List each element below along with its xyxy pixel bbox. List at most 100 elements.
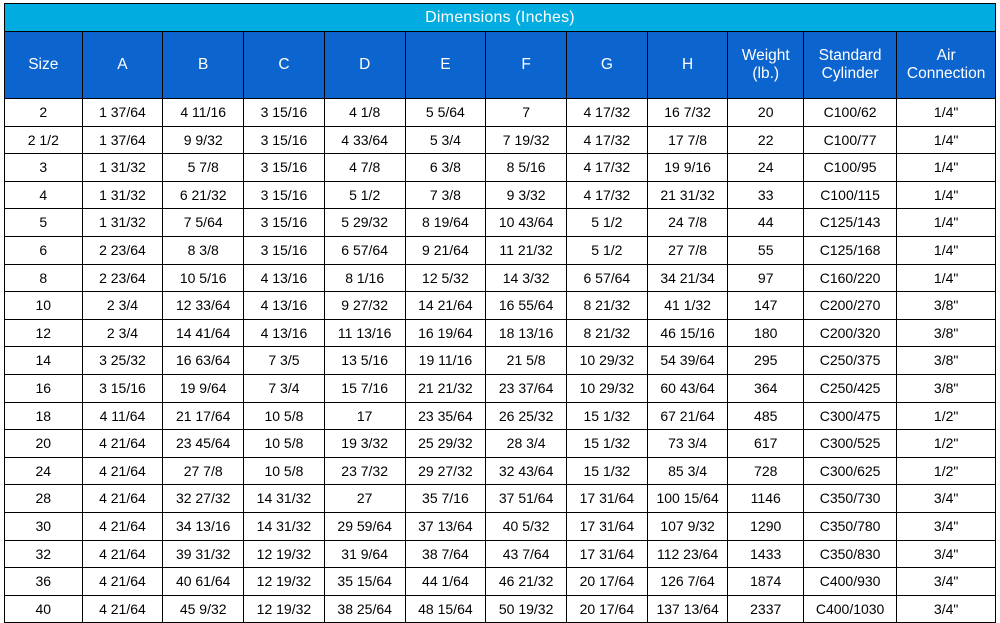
cell-f: 40 5/32 bbox=[485, 511, 567, 541]
cell-weight: 147 bbox=[727, 291, 804, 320]
cell-cyl: C100/62 bbox=[802, 98, 898, 127]
cell-g: 5 1/2 bbox=[566, 208, 648, 237]
cell-e: 23 35/64 bbox=[404, 401, 487, 431]
cell-weight: 33 bbox=[727, 180, 804, 210]
cell-g: 10 29/32 bbox=[566, 346, 648, 375]
cell-f: 7 bbox=[485, 98, 567, 127]
cell-c: 3 15/16 bbox=[243, 125, 325, 155]
table-body: 21 37/64 4 11/16 3 15/16 4 1/8 5 5/64 7 4 17/3… bbox=[4, 98, 996, 623]
cell-size: 14 bbox=[4, 346, 83, 375]
cell-b: 39 31/32 bbox=[162, 539, 245, 569]
cell-h: 112 23/64 bbox=[646, 539, 729, 569]
cell-e: 38 7/64 bbox=[404, 539, 487, 569]
cell-air: 1/4" bbox=[896, 98, 996, 127]
cell-d: 4 1/8 bbox=[323, 98, 406, 127]
cell-b: 4 11/16 bbox=[162, 98, 245, 127]
cell-h: 137 13/64 bbox=[646, 594, 729, 623]
cell-cyl: C400/930 bbox=[802, 567, 898, 596]
cell-b: 12 33/64 bbox=[162, 291, 245, 320]
cell-h: 27 7/8 bbox=[646, 235, 729, 265]
table-row: 62 23/64 8 3/8 3 15/16 6 57/64 9 21/64 11 21/… bbox=[4, 235, 996, 265]
cell-air: 3/4" bbox=[896, 511, 996, 541]
cell-h: 34 21/34 bbox=[646, 263, 729, 293]
table-title-row: Dimensions (Inches) bbox=[4, 3, 996, 32]
cell-d: 6 57/64 bbox=[323, 235, 406, 265]
cell-e: 12 5/32 bbox=[404, 263, 487, 293]
cell-air: 1/2" bbox=[896, 429, 996, 458]
cell-f: 14 3/32 bbox=[485, 263, 567, 293]
cell-size: 40 bbox=[4, 594, 83, 623]
cell-size: 12 bbox=[4, 318, 83, 348]
cell-c: 12 19/32 bbox=[243, 539, 325, 569]
cell-g: 20 17/64 bbox=[566, 567, 648, 596]
column-header-e: E bbox=[404, 31, 487, 99]
cell-g: 4 17/32 bbox=[566, 180, 648, 210]
cell-c: 4 13/16 bbox=[243, 263, 325, 293]
cell-g: 17 31/64 bbox=[566, 484, 648, 513]
cell-air: 3/8" bbox=[896, 291, 996, 320]
cell-weight: 1290 bbox=[727, 511, 804, 541]
cell-cyl: C100/77 bbox=[802, 125, 898, 155]
cell-weight: 2337 bbox=[727, 594, 804, 623]
cell-b: 21 17/64 bbox=[162, 401, 245, 431]
cell-h: 46 15/16 bbox=[646, 318, 729, 348]
cell-weight: 295 bbox=[727, 346, 804, 375]
cell-e: 8 19/64 bbox=[404, 208, 487, 237]
cell-f: 28 3/4 bbox=[485, 429, 567, 458]
cell-d: 19 3/32 bbox=[323, 429, 406, 458]
cell-c: 3 15/16 bbox=[243, 180, 325, 210]
column-header-label: A bbox=[117, 56, 128, 74]
cell-size: 6 bbox=[4, 235, 83, 265]
cell-a: 1 31/32 bbox=[81, 208, 164, 237]
cell-a: 4 21/64 bbox=[81, 456, 164, 486]
cell-f: 43 7/64 bbox=[485, 539, 567, 569]
cell-weight: 20 bbox=[727, 98, 804, 127]
cell-size: 32 bbox=[4, 539, 83, 569]
table-row: 16 3 15/16 19 9/64 7 3/4 15 7/16 21 21/32 23 3… bbox=[4, 373, 996, 403]
cell-g: 8 21/32 bbox=[566, 291, 648, 320]
cell-h: 126 7/64 bbox=[646, 567, 729, 596]
cell-c: 4 13/16 bbox=[243, 318, 325, 348]
cell-weight: 55 bbox=[727, 235, 804, 265]
cell-d: 17 bbox=[323, 401, 406, 431]
cell-d: 4 7/8 bbox=[323, 153, 406, 182]
cell-a: 2 3/4 bbox=[81, 318, 164, 348]
cell-air: 3/8" bbox=[896, 318, 996, 348]
cell-f: 26 25/32 bbox=[485, 401, 567, 431]
column-header-size: Size bbox=[4, 31, 83, 99]
cell-size: 5 bbox=[4, 208, 83, 237]
cell-size: 2 bbox=[4, 98, 83, 127]
cell-a: 1 37/64 bbox=[81, 125, 164, 155]
cell-a: 4 21/64 bbox=[81, 429, 164, 458]
column-header-label-line2: (lb.) bbox=[752, 65, 780, 82]
cell-h: 67 21/64 bbox=[646, 401, 729, 431]
table-row: 20 4 21/64 23 45/64 10 5/8 19 3/32 25 29/32 28… bbox=[4, 429, 996, 458]
column-header-label-line2: Cylinder bbox=[821, 65, 879, 82]
cell-air: 3/4" bbox=[896, 484, 996, 513]
cell-e: 7 3/8 bbox=[404, 180, 487, 210]
column-header-h: H bbox=[646, 31, 729, 99]
cell-c: 14 31/32 bbox=[243, 484, 325, 513]
cell-c: 12 19/32 bbox=[243, 567, 325, 596]
cell-c: 3 15/16 bbox=[243, 153, 325, 182]
column-header-label-line2: Connection bbox=[906, 65, 986, 82]
cell-size: 16 bbox=[4, 373, 83, 403]
cell-h: 85 3/4 bbox=[646, 456, 729, 486]
column-header-label: Standard bbox=[818, 47, 882, 65]
table-row: 10 2 3/4 12 33/64 4 13/16 9 27/32 14 21/64 16 … bbox=[4, 291, 996, 320]
table-row: 32 4 21/64 39 31/32 12 19/32 31 9/64 38 7/64 4… bbox=[4, 539, 996, 569]
cell-g: 4 17/32 bbox=[566, 98, 648, 127]
cell-g: 8 21/32 bbox=[566, 318, 648, 348]
cell-e: 29 27/32 bbox=[404, 456, 487, 486]
cell-b: 34 13/16 bbox=[162, 511, 245, 541]
dimensions-table: Dimensions (Inches) Size A B C D E F G H Weight (l… bbox=[4, 3, 996, 623]
cell-h: 73 3/4 bbox=[646, 429, 729, 458]
column-header-label: G bbox=[600, 56, 613, 74]
column-header-label: Air bbox=[936, 47, 956, 65]
cell-cyl: C350/780 bbox=[802, 511, 898, 541]
cell-cyl: C350/830 bbox=[802, 539, 898, 569]
table-row: 18 4 11/64 21 17/64 10 5/8 17 23 35/64 26 25/3… bbox=[4, 401, 996, 431]
cell-g: 10 29/32 bbox=[566, 373, 648, 403]
cell-e: 16 19/64 bbox=[404, 318, 487, 348]
cell-f: 7 19/32 bbox=[485, 125, 567, 155]
